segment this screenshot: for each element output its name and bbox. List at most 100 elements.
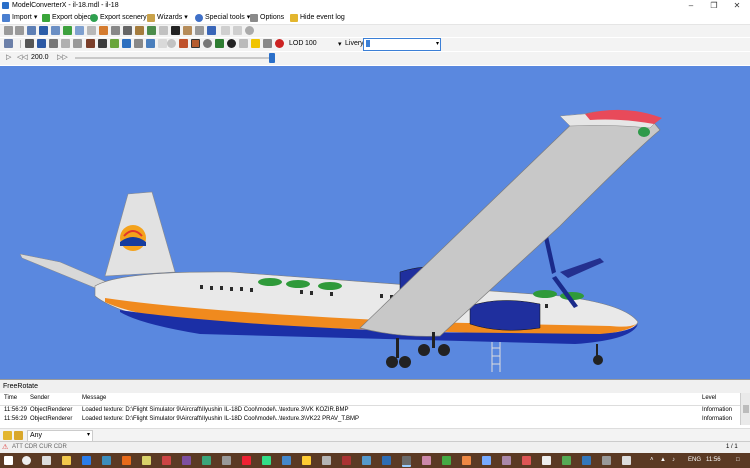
- column-time[interactable]: Time: [4, 395, 17, 401]
- back-arrow-icon[interactable]: [4, 26, 13, 35]
- app-icon[interactable]: [622, 456, 631, 465]
- wireframe-icon[interactable]: [37, 39, 46, 48]
- language-indicator[interactable]: ENG: [688, 456, 701, 465]
- chevron-down-icon[interactable]: ▾: [338, 40, 342, 48]
- app-icon[interactable]: [362, 456, 371, 465]
- app-icon[interactable]: [262, 456, 271, 465]
- location-icon[interactable]: [39, 26, 48, 35]
- star-icon[interactable]: [251, 39, 260, 48]
- light-icon[interactable]: [110, 39, 119, 48]
- export-object-menu[interactable]: Export object: [42, 12, 93, 23]
- sky-icon[interactable]: [122, 39, 131, 48]
- app-icon[interactable]: [242, 456, 251, 465]
- explorer-icon[interactable]: [62, 456, 71, 465]
- tree-icon[interactable]: [147, 26, 156, 35]
- app-icon[interactable]: [482, 456, 491, 465]
- node-icon[interactable]: [159, 26, 168, 35]
- app-icon[interactable]: [102, 456, 111, 465]
- task-view-icon[interactable]: [42, 456, 51, 465]
- app-icon[interactable]: [302, 456, 311, 465]
- log-scrollbar[interactable]: [740, 393, 750, 425]
- green-cube-icon[interactable]: [63, 26, 72, 35]
- undo-icon[interactable]: [221, 26, 230, 35]
- notifications-icon[interactable]: □: [736, 456, 740, 465]
- browser-icon[interactable]: [82, 456, 91, 465]
- blank-icon[interactable]: [158, 39, 167, 48]
- app-icon[interactable]: [182, 456, 191, 465]
- refresh-icon[interactable]: [245, 26, 254, 35]
- app-icon[interactable]: [322, 456, 331, 465]
- play-icon[interactable]: ▷: [6, 53, 11, 61]
- app-icon[interactable]: [502, 456, 511, 465]
- volume-icon[interactable]: ♪: [672, 456, 675, 465]
- bake-icon[interactable]: [179, 39, 188, 48]
- grid-toggle-icon[interactable]: [25, 39, 34, 48]
- grid-icon[interactable]: [87, 26, 96, 35]
- filter-icon[interactable]: [14, 431, 23, 440]
- windows-start-icon[interactable]: [4, 456, 13, 465]
- search-icon[interactable]: [22, 456, 31, 465]
- cube-icon[interactable]: [51, 26, 60, 35]
- box-icon[interactable]: [135, 26, 144, 35]
- cursor-icon[interactable]: [263, 39, 272, 48]
- log-row[interactable]: 11:56:29 ObjectRenderer Loaded texture: …: [0, 415, 740, 424]
- animation-slider-thumb[interactable]: [269, 53, 275, 63]
- hide-event-log-menu[interactable]: Hide event log: [290, 12, 345, 23]
- normals-icon[interactable]: [61, 39, 70, 48]
- log-row[interactable]: 11:56:29 ObjectRenderer Loaded texture: …: [0, 406, 740, 415]
- gear-icon[interactable]: [134, 39, 143, 48]
- camera-icon[interactable]: [27, 26, 36, 35]
- redo-icon[interactable]: [233, 26, 242, 35]
- tray-chevron-icon[interactable]: ˄: [650, 456, 654, 465]
- app-icon[interactable]: [602, 456, 611, 465]
- minimize-button[interactable]: –: [680, 0, 702, 11]
- network-icon[interactable]: ▲: [660, 456, 666, 465]
- animation-slider-track[interactable]: [75, 57, 274, 59]
- app-icon[interactable]: [222, 456, 231, 465]
- axis-icon[interactable]: [73, 39, 82, 48]
- clock[interactable]: 11:56: [706, 456, 721, 465]
- animation-time[interactable]: 200.0: [31, 54, 49, 61]
- app-icon[interactable]: [542, 456, 551, 465]
- dots-icon[interactable]: [239, 39, 248, 48]
- app-icon[interactable]: [142, 456, 151, 465]
- column-message[interactable]: Message: [82, 395, 106, 401]
- maximize-button[interactable]: ❐: [703, 0, 725, 11]
- material-toggle-icon[interactable]: [191, 39, 200, 48]
- forward-arrow-icon[interactable]: [15, 26, 24, 35]
- import-menu[interactable]: Import ▾: [2, 12, 37, 23]
- texture-icon[interactable]: [99, 26, 108, 35]
- options-menu[interactable]: Options: [250, 12, 284, 23]
- bulb-icon[interactable]: [203, 39, 212, 48]
- table-icon[interactable]: [195, 26, 204, 35]
- shadow-icon[interactable]: [98, 39, 107, 48]
- cube-view-icon[interactable]: [49, 39, 58, 48]
- log-scrollbar-thumb[interactable]: [743, 405, 749, 413]
- app-icon[interactable]: [342, 456, 351, 465]
- app-icon[interactable]: [122, 456, 131, 465]
- lod-value[interactable]: 100: [305, 40, 317, 47]
- app-icon[interactable]: [422, 456, 431, 465]
- hierarchy-icon[interactable]: [183, 26, 192, 35]
- export-scenery-menu[interactable]: Export scenery: [90, 12, 147, 23]
- app-icon[interactable]: [522, 456, 531, 465]
- app-icon[interactable]: [162, 456, 171, 465]
- record-icon[interactable]: [275, 39, 284, 48]
- select-icon[interactable]: [4, 39, 13, 48]
- sphere-icon[interactable]: [167, 39, 176, 48]
- globe-icon[interactable]: [146, 39, 155, 48]
- gear-icon[interactable]: [111, 26, 120, 35]
- crosshair-icon[interactable]: [227, 39, 236, 48]
- column-sender[interactable]: Sender: [30, 395, 49, 401]
- 3d-viewport[interactable]: [0, 66, 750, 379]
- rewind-icon[interactable]: ◁◁: [17, 53, 28, 61]
- close-button[interactable]: ✕: [726, 0, 748, 11]
- check-icon[interactable]: [215, 39, 224, 48]
- app-icon[interactable]: [442, 456, 451, 465]
- plane-icon[interactable]: [123, 26, 132, 35]
- app-icon[interactable]: [462, 456, 471, 465]
- material-icon[interactable]: [207, 26, 216, 35]
- livery-select[interactable]: ▾: [363, 38, 441, 51]
- special-tools-menu[interactable]: Special tools ▾: [195, 12, 250, 23]
- app-icon[interactable]: [562, 456, 571, 465]
